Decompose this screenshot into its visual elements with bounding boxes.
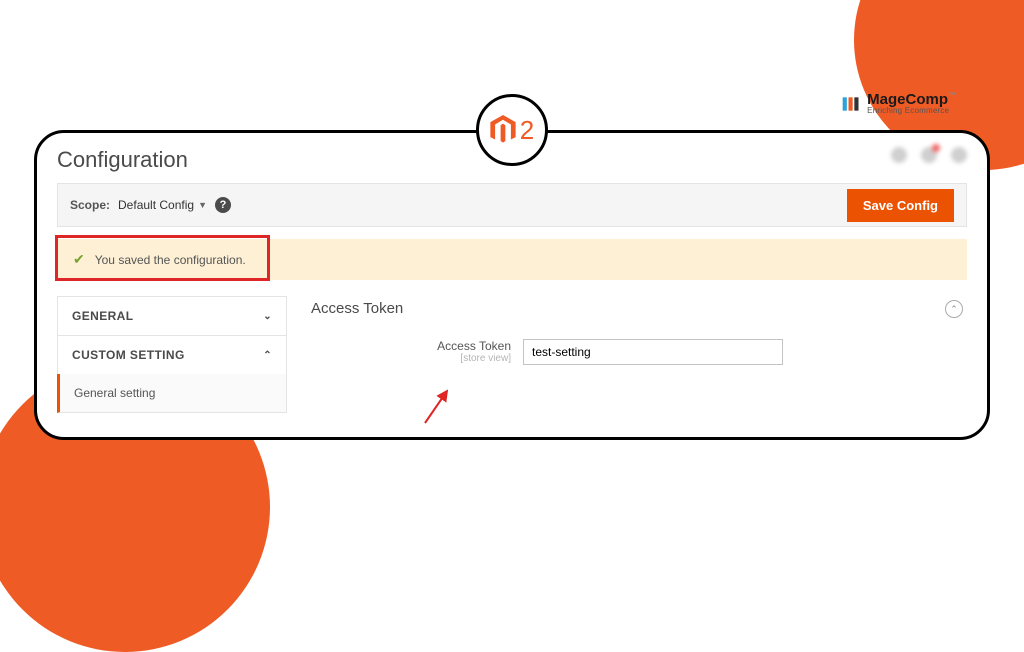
collapse-section-icon[interactable]: ⌃ [945, 300, 963, 318]
sidebar-item-label: GENERAL [72, 309, 133, 323]
config-content: ⌃ Access Token Access Token [store view] [287, 296, 967, 413]
notification-icon [921, 147, 937, 163]
save-config-button[interactable]: Save Config [847, 189, 954, 222]
brand-name: MageComp™ [867, 92, 956, 107]
field-label: Access Token [391, 339, 511, 353]
success-text: You saved the configuration. [95, 253, 246, 267]
scope-select[interactable]: Default Config ▼ [118, 198, 207, 212]
success-message: ✔ You saved the configuration. [57, 239, 967, 280]
help-icon[interactable]: ? [215, 197, 231, 213]
config-panel: Configuration Scope: Default Config ▼ ? … [34, 130, 990, 440]
user-icon [951, 147, 967, 163]
access-token-input[interactable] [523, 339, 783, 365]
check-icon: ✔ [73, 251, 85, 268]
sidebar-subitem-general-setting[interactable]: General setting [57, 374, 287, 413]
sidebar-item-general[interactable]: GENERAL ⌄ [57, 296, 287, 335]
section-title: Access Token [311, 300, 967, 317]
sidebar-item-label: CUSTOM SETTING [72, 348, 185, 362]
magento-badge: 2 [476, 94, 548, 166]
chevron-down-icon: ⌄ [263, 311, 272, 322]
brand-tagline: Enriching Ecommerce [867, 107, 956, 115]
magento-icon [490, 115, 516, 145]
brand: MageComp™ Enriching Ecommerce [841, 92, 956, 115]
chevron-down-icon: ▼ [198, 200, 207, 210]
sidebar-item-custom-setting[interactable]: CUSTOM SETTING ⌃ [57, 335, 287, 374]
field-scope-hint: [store view] [391, 353, 511, 364]
config-sidebar: GENERAL ⌄ CUSTOM SETTING ⌃ General setti… [57, 296, 287, 413]
chevron-up-icon: ⌃ [263, 350, 272, 361]
field-access-token: Access Token [store view] [391, 339, 967, 365]
brand-logo-icon [841, 94, 861, 114]
scope-bar: Scope: Default Config ▼ ? Save Config [57, 183, 967, 227]
search-icon [891, 147, 907, 163]
header-icons-blurred [891, 147, 967, 163]
magento-version: 2 [520, 115, 534, 146]
scope-label: Scope: [70, 198, 110, 212]
